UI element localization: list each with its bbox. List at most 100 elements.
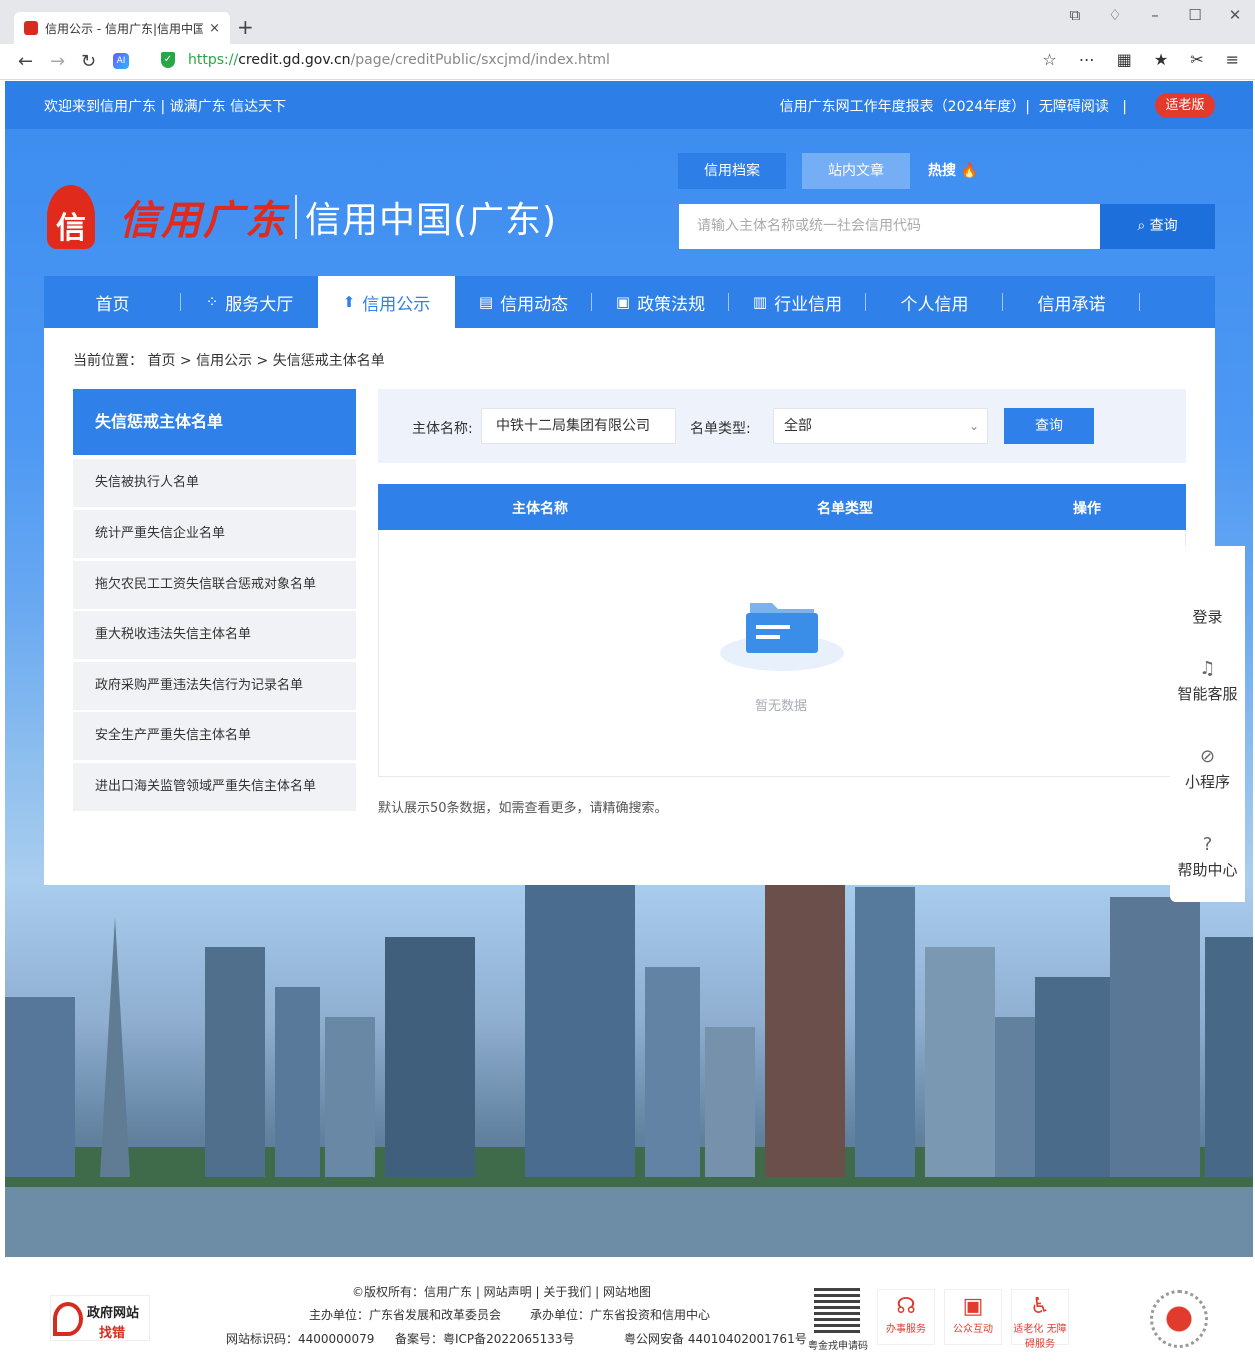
site-topbar: 欢迎来到信用广东 | 诚满广东 信达天下 信用广东网工作年度报表（2024年度）… (5, 81, 1253, 129)
column-header: 名单类型 (817, 501, 873, 517)
ai-assistant-icon[interactable]: AI (113, 53, 129, 69)
column-header: 主体名称 (512, 501, 568, 517)
subject-name-label: 主体名称: (412, 421, 473, 437)
annual-report-link[interactable]: 信用广东网工作年度报表（2024年度）| (780, 99, 1030, 115)
help-icon: ? (1202, 834, 1213, 855)
list-type-select[interactable]: 全部 ⌄ (773, 408, 988, 444)
chevron-down-icon: ⌄ (968, 419, 979, 433)
site-favicon-icon (24, 21, 38, 35)
logo-mark-icon: 信 (43, 185, 99, 249)
footer-copyright[interactable]: ©版权所有：信用广东 | 网站声明 | 关于我们 | 网站地图 (352, 1283, 651, 1300)
search-input[interactable]: 请输入主体名称或统一社会信用代码 (679, 204, 1101, 249)
topbar-links: 信用广东网工作年度报表（2024年度）| 无障碍阅读 | (780, 96, 1127, 116)
breadcrumb: 当前位置： 首页 > 信用公示 > 失信惩戒主体名单 (73, 353, 385, 369)
forward-icon[interactable]: → (50, 50, 65, 74)
login-tool[interactable]: 登录 (1170, 606, 1245, 627)
default-note: 默认展示50条数据，如需查看更多，请精确搜索。 (378, 801, 668, 816)
accessibility-service-link[interactable]: ♿ 适老化 无障碍服务 (1011, 1289, 1069, 1350)
welcome-text: 欢迎来到信用广东 | 诚满广东 信达天下 (44, 99, 287, 115)
float-toolbar: 登录 ♫ 智能客服 ⊘ 小程序 ? 帮助中心 (1170, 546, 1245, 902)
city-skyline-image (5, 877, 1253, 1257)
browser-tab-strip: 信用公示 - 信用广东|信用中国(广东) × + ⧉ ♢ – ☐ ✕ (0, 0, 1255, 44)
minimize-icon[interactable]: – (1145, 6, 1165, 24)
qr-code (814, 1287, 860, 1333)
building-icon: ▥ (752, 293, 768, 311)
news-icon: ▤ (478, 293, 494, 311)
accessible-reading-link[interactable]: 无障碍阅读 (1039, 99, 1109, 115)
filter-query-button[interactable]: 查询 (1004, 408, 1094, 444)
maximize-icon[interactable]: ☐ (1185, 6, 1205, 24)
sidebar-title[interactable]: 失信惩戒主体名单 (73, 389, 356, 455)
announce-icon: ⬆ (342, 293, 356, 311)
doc-icon: ▣ (615, 293, 631, 311)
footer-sponsor: 主办单位：广东省发展和改革委员会 (309, 1308, 502, 1322)
menu-icon[interactable]: ≡ (1226, 50, 1239, 69)
footer-undertaker: 承办单位：广东省投资和信用中心 (530, 1308, 711, 1322)
apps-grid-icon[interactable]: ▦ (1117, 50, 1132, 69)
wheelchair-icon: ♿ (1030, 1294, 1050, 1319)
nav-item-industry[interactable]: ▥ 行业信用 (729, 276, 866, 328)
footer-site-id: 网站标识码：4400000079 (226, 1332, 375, 1346)
smart-service-tool[interactable]: ♫ 智能客服 (1170, 658, 1245, 704)
table-header: 主体名称 名单类型 操作 (378, 484, 1186, 530)
site-logo[interactable]: 信 信用广东 信用中国(广东) (43, 185, 557, 249)
list-type-label: 名单类型: (690, 421, 751, 437)
elder-mode-button[interactable]: 适老版 (1155, 93, 1215, 118)
government-seal-icon[interactable] (1150, 1290, 1208, 1348)
subject-name-input[interactable]: 中铁十二局集团有限公司 (481, 408, 676, 444)
back-icon[interactable]: ← (18, 50, 33, 74)
more-dots-icon[interactable]: ⋯ (1079, 50, 1095, 69)
nav-item-personal[interactable]: 个人信用 (866, 276, 1003, 328)
nav-item-promise[interactable]: 信用承诺 (1003, 276, 1140, 328)
nav-item-policy[interactable]: ▣ 政策法规 (592, 276, 729, 328)
sidebar-item[interactable]: 统计严重失信企业名单 (73, 510, 356, 558)
logo-script-text: 信用广东 (119, 197, 287, 244)
apps-icon: ⁘ (205, 293, 219, 311)
search-button[interactable]: ⌕ 查询 (1100, 204, 1215, 249)
sidebar-item[interactable]: 重大税收违法失信主体名单 (73, 611, 356, 659)
help-center-tool[interactable]: ? 帮助中心 (1170, 834, 1245, 880)
gov-site-error-badge[interactable]: 政府网站 找错 (50, 1295, 150, 1341)
new-tab-button[interactable]: + (237, 15, 254, 39)
logo-separator (295, 195, 297, 239)
search-tab-articles[interactable]: 站内文章 (802, 153, 910, 189)
skin-icon[interactable]: ♢ (1105, 6, 1125, 24)
fire-icon: 🔥 (960, 163, 979, 179)
browser-tab[interactable]: 信用公示 - 信用广东|信用中国(广东) × (14, 12, 230, 44)
search-icon: ⌕ (1137, 218, 1146, 234)
nav-item-credit-public[interactable]: ⬆ 信用公示 (318, 276, 455, 328)
sidebar-item[interactable]: 失信被执行人名单 (73, 459, 356, 507)
public-interaction-link[interactable]: ▣ 公众互动 (944, 1289, 1002, 1345)
window-controls: ⧉ ♢ – ☐ ✕ (1065, 6, 1245, 24)
sidebar-item[interactable]: 安全生产严重失信主体名单 (73, 712, 356, 760)
headset-icon: ♫ (1199, 658, 1216, 679)
empty-text: 暂无数据 (755, 699, 808, 714)
service-affairs-link[interactable]: ☊ 办事服务 (877, 1289, 935, 1345)
hot-search-link[interactable]: 热搜 🔥 (928, 153, 988, 189)
search-tab-credit-file[interactable]: 信用档案 (678, 153, 786, 189)
mini-program-icon: ⊘ (1199, 746, 1216, 767)
security-shield-icon[interactable]: ✓ (161, 52, 175, 68)
sidebar-item[interactable]: 进出口海关监管领域严重失信主体名单 (73, 763, 356, 811)
gov-badge-icon (53, 1302, 83, 1336)
headset-icon: ☊ (896, 1294, 916, 1319)
sidebar-item[interactable]: 政府采购严重违法失信行为记录名单 (73, 662, 356, 710)
footer-psb[interactable]: 粤公网安备 44010402001761号 (624, 1330, 807, 1347)
favorites-icon[interactable]: ★ (1154, 50, 1168, 69)
mini-program-tool[interactable]: ⊘ 小程序 (1170, 746, 1245, 792)
bookmark-star-icon[interactable]: ☆ (1042, 50, 1056, 69)
nav-item-home[interactable]: 首页 (44, 276, 181, 328)
tab-count-icon[interactable]: ⧉ (1065, 6, 1085, 24)
close-window-icon[interactable]: ✕ (1225, 6, 1245, 24)
tab-close-icon[interactable]: × (209, 21, 220, 36)
footer-icp[interactable]: 备案号：粤ICP备2022065133号 (395, 1330, 575, 1347)
main-nav: 首页 ⁘ 服务大厅 ⬆ 信用公示 ▤ 信用动态 ▣ 政策法规 ▥ 行业信用 个人信用 信用… (44, 276, 1215, 328)
nav-item-credit-news[interactable]: ▤ 信用动态 (455, 276, 592, 328)
scissors-icon[interactable]: ✂ (1190, 50, 1203, 69)
address-url[interactable]: https://credit.gd.gov.cn/page/creditPubl… (188, 52, 610, 68)
logo-cn-text: 信用中国(广东) (305, 200, 558, 241)
nav-item-service-hall[interactable]: ⁘ 服务大厅 (181, 276, 318, 328)
reload-icon[interactable]: ↻ (81, 50, 96, 74)
empty-folder-icon (720, 603, 844, 671)
sidebar-item[interactable]: 拖欠农民工工资失信联合惩戒对象名单 (73, 561, 356, 609)
